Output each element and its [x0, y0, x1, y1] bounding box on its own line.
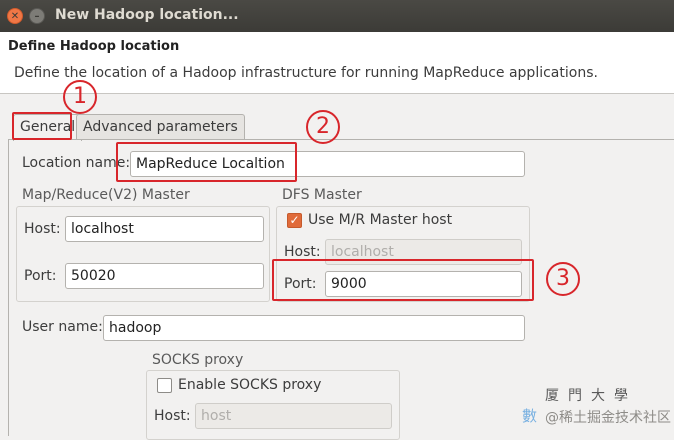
- annotation-three: 3: [546, 262, 580, 296]
- location-name-highlight: [116, 142, 297, 182]
- general-tab-highlight: [12, 112, 72, 140]
- annotation-one: 1: [63, 80, 97, 114]
- window-titlebar: ✕ – New Hadoop location...: [0, 0, 674, 32]
- mr-host-label: Host:: [24, 221, 61, 237]
- close-icon[interactable]: ✕: [7, 8, 23, 24]
- annotation-two: 2: [306, 110, 340, 144]
- dialog-header: Define Hadoop location Define the locati…: [0, 32, 674, 94]
- dfs-port-highlight: [272, 259, 534, 301]
- watermark-community: @稀土掘金技术社区: [545, 410, 671, 426]
- mr-host-input[interactable]: localhost: [65, 216, 264, 242]
- dialog-heading: Define Hadoop location: [8, 39, 180, 54]
- enable-socks-proxy-label: Enable SOCKS proxy: [178, 377, 322, 393]
- user-name-input[interactable]: hadoop: [103, 315, 525, 341]
- mr-port-label: Port:: [24, 268, 57, 284]
- minimize-icon[interactable]: –: [29, 8, 45, 24]
- dialog-description: Define the location of a Hadoop infrastr…: [14, 65, 598, 81]
- socks-host-input[interactable]: host: [195, 403, 392, 429]
- watermark-brand: 數: [522, 407, 538, 425]
- window-title: New Hadoop location...: [55, 7, 239, 23]
- use-mr-master-host-checkbox[interactable]: ✓: [287, 213, 302, 228]
- dfs-host-label: Host:: [284, 244, 321, 260]
- mr-port-input[interactable]: 50020: [65, 263, 264, 289]
- socks-host-label: Host:: [154, 408, 191, 424]
- use-mr-master-host-label: Use M/R Master host: [308, 212, 453, 228]
- mr-master-group-title: Map/Reduce(V2) Master: [22, 187, 190, 203]
- user-name-label: User name:: [22, 319, 103, 335]
- socks-proxy-group-title: SOCKS proxy: [152, 352, 244, 368]
- location-name-label: Location name:: [22, 155, 131, 171]
- tab-advanced-parameters[interactable]: Advanced parameters: [76, 114, 245, 140]
- dfs-master-group-title: DFS Master: [282, 187, 362, 203]
- enable-socks-proxy-checkbox[interactable]: [157, 378, 172, 393]
- watermark-school: 厦門大學: [545, 388, 637, 404]
